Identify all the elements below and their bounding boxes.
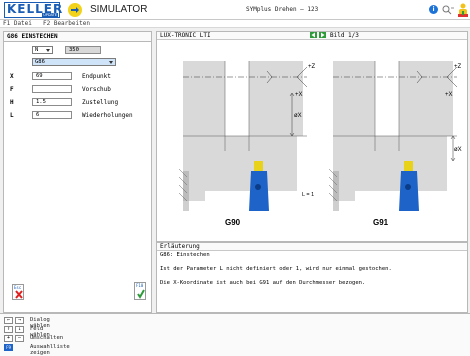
axis-label-z-right: +Z — [454, 64, 462, 70]
arrow-left-icon — [311, 32, 315, 38]
arrow-right-icon — [321, 32, 325, 38]
chevron-down-icon — [109, 61, 113, 64]
plus-key: + — [4, 335, 13, 342]
window-title: SYMplus Drehen – 123 — [246, 6, 319, 13]
f9-key: F9 — [4, 344, 13, 351]
chevron-down-icon — [46, 49, 50, 52]
explanation-header: Erläuterung — [157, 243, 467, 251]
cycle-header: G86 EINSTECHEN — [4, 32, 151, 42]
control-name: LUX-TRONIC LTI — [160, 32, 211, 39]
axis-label-x-left: +X — [295, 92, 303, 98]
next-image-button[interactable] — [319, 32, 326, 38]
param-label: F — [10, 86, 14, 93]
param-h-field[interactable]: 1.5 — [32, 98, 72, 106]
page-indicator: Bild 1/3 — [330, 32, 359, 39]
f10-key-label: F10 — [136, 283, 144, 288]
arrow-right-key: → — [15, 317, 24, 324]
param-desc: Wiederholungen — [82, 112, 133, 119]
explanation-panel: Erläuterung G86: Einstechen Ist der Para… — [156, 242, 468, 313]
explanation-title: Erläuterung — [160, 243, 200, 250]
key-hints-footer: ← → Dialog wählen ↑ ↓ Feld wählen + – Um… — [0, 313, 470, 356]
axis-label-x-right: +X — [445, 92, 453, 98]
repetition-annotation: L = 1 — [302, 192, 314, 198]
logo-badge: UPDATE — [42, 13, 58, 17]
dimension-label-left: øX — [294, 113, 302, 119]
param-f-field[interactable] — [32, 85, 72, 93]
app-name: SIMULATOR — [90, 4, 148, 15]
explanation-line: Die X-Koordinate ist auch bei G91 auf de… — [160, 280, 366, 286]
hint-text: Auswahlliste zeigen — [30, 344, 70, 356]
cycle-dialog-panel: G86 EINSTECHEN N 350 G86 X 69 Endpunkt F… — [3, 31, 152, 313]
g91-caption: G91 — [373, 218, 389, 227]
g90-caption: G90 — [225, 218, 241, 227]
arrow-up-key: ↑ — [4, 326, 13, 333]
param-row-x: X 69 Endpunkt — [10, 72, 150, 81]
checkmark-icon — [137, 289, 145, 299]
arrow-right-icon[interactable] — [68, 3, 82, 17]
explanation-line: G86: Einstechen — [160, 252, 210, 258]
hint-text: Umschalten — [30, 335, 64, 341]
search-icon[interactable] — [442, 5, 454, 15]
param-desc: Vorschub — [82, 86, 111, 93]
param-row-f: F Vorschub — [10, 85, 150, 94]
axis-label-z-left: +Z — [308, 64, 316, 70]
arrow-down-key: ↓ — [15, 326, 24, 333]
param-label: H — [10, 99, 14, 106]
menu-item-bearbeiten[interactable]: F2 Bearbeiten — [43, 20, 90, 27]
explanation-line: Ist der Parameter L nicht definiert oder… — [160, 266, 392, 272]
gcode-select-value: G86 — [35, 59, 45, 65]
param-label: X — [10, 73, 14, 80]
block-number-field[interactable]: 350 — [65, 46, 101, 54]
minus-key: – — [15, 335, 24, 342]
mode-select[interactable]: N — [32, 46, 53, 54]
gcode-select[interactable]: G86 — [32, 58, 116, 66]
escape-button[interactable]: Esc — [12, 284, 24, 300]
param-desc: Endpunkt — [82, 73, 111, 80]
user-icon[interactable] — [457, 3, 469, 17]
cycle-title: G86 EINSTECHEN — [7, 33, 58, 40]
graphic-header: LUX-TRONIC LTI Bild 1/3 — [157, 32, 467, 40]
dimension-label-right: øX — [454, 147, 462, 153]
g90-workpiece — [178, 61, 308, 211]
previous-image-button[interactable] — [310, 32, 317, 38]
turning-diagram: +Z +X øX +Z +X øX L = 1 — [178, 61, 462, 211]
keller-logo: KELLER UPDATE — [4, 2, 62, 18]
param-l-field[interactable]: 6 — [32, 111, 72, 119]
menu-item-datei[interactable]: F1 Datei — [3, 20, 32, 27]
confirm-button[interactable]: F10 — [134, 282, 146, 300]
mode-select-value: N — [35, 47, 39, 53]
cancel-icon — [15, 290, 23, 299]
param-x-field[interactable]: 69 — [32, 72, 72, 80]
param-row-l: L 6 Wiederholungen — [10, 111, 150, 120]
menu-bar: F1 Datei F2 Bearbeiten — [0, 20, 470, 28]
param-row-h: H 1.5 Zustellung — [10, 98, 150, 107]
help-graphic-panel: LUX-TRONIC LTI Bild 1/3 +Z +X øX +Z +X ø… — [156, 31, 468, 242]
g91-workpiece — [328, 61, 458, 211]
param-label: L — [10, 112, 14, 119]
arrow-left-key: ← — [4, 317, 13, 324]
title-bar: KELLER UPDATE SIMULATOR SYMplus Drehen –… — [0, 0, 470, 20]
info-icon[interactable]: i — [429, 5, 438, 14]
param-desc: Zustellung — [82, 99, 119, 106]
